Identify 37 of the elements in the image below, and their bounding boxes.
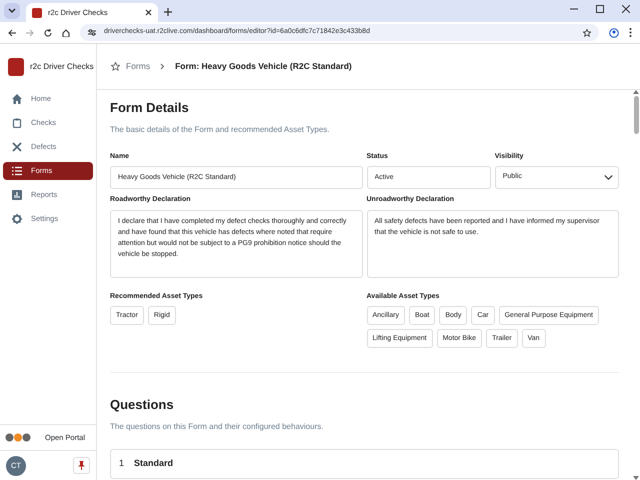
section-title: Questions xyxy=(110,397,175,413)
back-icon[interactable] xyxy=(8,28,16,36)
scroll-down-icon[interactable] xyxy=(633,476,639,480)
scrollbar-thumb[interactable] xyxy=(634,96,638,134)
close-icon[interactable] xyxy=(145,9,152,16)
section-title: Form Details xyxy=(110,100,190,116)
reload-icon[interactable] xyxy=(44,28,52,36)
portal-logo xyxy=(5,433,31,442)
home-icon[interactable] xyxy=(62,28,70,36)
chevron-icon xyxy=(160,63,166,70)
star-icon[interactable] xyxy=(583,28,591,36)
profile-icon[interactable] xyxy=(609,28,619,38)
home-icon xyxy=(12,94,22,104)
list-icon xyxy=(12,166,22,176)
site-settings-icon[interactable] xyxy=(88,29,96,36)
new-tab-icon[interactable] xyxy=(164,8,172,16)
favicon-icon xyxy=(32,8,42,18)
settings-icon xyxy=(12,214,22,224)
chevron-down-icon xyxy=(8,8,16,14)
maximize-icon[interactable] xyxy=(596,4,604,12)
group-number: 1 xyxy=(119,456,124,470)
clipboard-icon xyxy=(12,118,22,128)
app-logo xyxy=(8,58,24,76)
breadcrumb-link[interactable]: Forms xyxy=(126,60,150,73)
section-subtitle: The questions on this Form and their configured behaviours. xyxy=(110,420,324,433)
pin-icon xyxy=(78,461,85,470)
menu-icon[interactable] xyxy=(629,28,632,37)
section-subtitle: The basic details of the Form and recommended Asset Types. xyxy=(110,124,331,136)
app-name: r2c Driver Checks xyxy=(30,61,94,73)
group-title: Standard xyxy=(134,456,174,470)
pin-button[interactable] xyxy=(73,457,90,474)
star-icon xyxy=(111,62,120,71)
close-icon[interactable] xyxy=(622,4,630,12)
breadcrumb-current: Form: Heavy Goods Vehicle (R2C Standard) xyxy=(175,60,352,73)
chart-icon xyxy=(12,190,22,200)
scroll-up-icon[interactable] xyxy=(633,90,639,94)
tab-list-button[interactable] xyxy=(4,3,20,19)
